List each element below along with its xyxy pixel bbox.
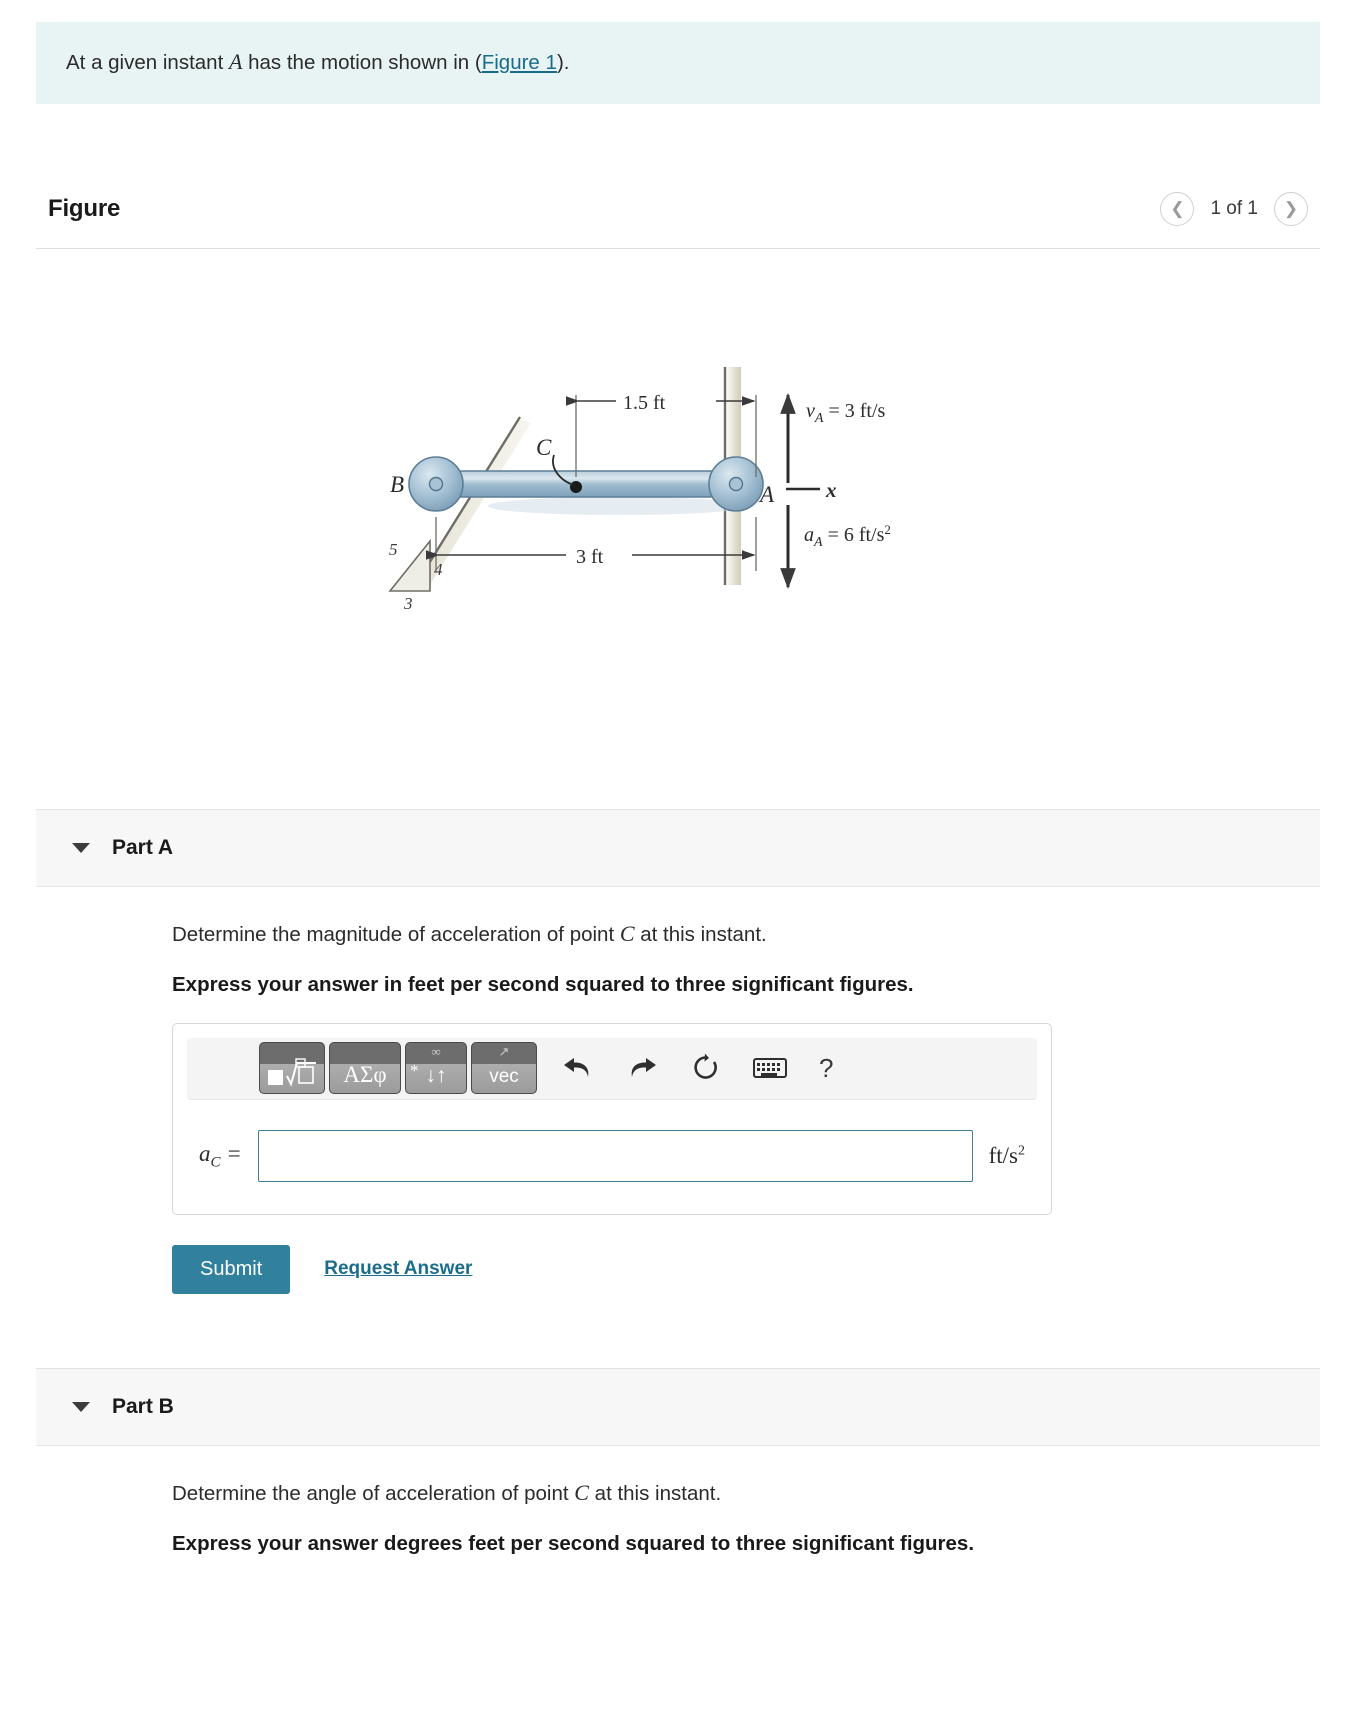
square-root-template-icon[interactable] bbox=[259, 1042, 325, 1095]
part-a-header[interactable]: Part A bbox=[36, 809, 1320, 887]
vector-icon[interactable]: ↗ vec bbox=[471, 1042, 537, 1095]
part-a-question-variable: C bbox=[619, 920, 635, 946]
problem-text-before: At a given instant bbox=[66, 51, 229, 74]
part-b-question: Determine the angle of acceleration of p… bbox=[172, 1480, 1284, 1506]
ops-star-glyph: * bbox=[410, 1061, 419, 1081]
problem-text-mid: has the motion shown in ( bbox=[242, 51, 482, 74]
answer-equals-sign: = bbox=[226, 1140, 242, 1166]
part-a-disclosure-triangle-icon[interactable] bbox=[72, 842, 90, 853]
point-c-marker bbox=[570, 480, 582, 493]
point-label-c: C bbox=[536, 435, 552, 460]
problem-text-after: ). bbox=[556, 51, 570, 74]
part-a-answer-box: ΑΣφ ∞ * ↓↑ ↗ vec ? aC = ft/s2 bbox=[172, 1022, 1052, 1215]
help-question-icon[interactable]: ? bbox=[819, 1053, 833, 1084]
math-operators-icon[interactable]: ∞ * ↓↑ bbox=[405, 1042, 467, 1095]
figure-header: Figure ❮ 1 of 1 ❯ bbox=[36, 104, 1320, 248]
undo-glyph bbox=[564, 1058, 589, 1078]
part-a-instruction: Express your answer in feet per second s… bbox=[172, 972, 914, 996]
rod-ab bbox=[429, 470, 743, 498]
template-glyph bbox=[268, 1058, 316, 1088]
part-b-question-variable: C bbox=[574, 1479, 589, 1505]
velocity-label: vA = 3 ft/s bbox=[806, 400, 886, 426]
chevron-right-icon[interactable]: ❯ bbox=[1274, 191, 1308, 226]
answer-units-label: ft/s2 bbox=[989, 1143, 1025, 1169]
point-label-b: B bbox=[390, 472, 404, 497]
redo-arrow-icon[interactable] bbox=[619, 1045, 665, 1091]
part-b-header[interactable]: Part B bbox=[36, 1368, 1320, 1446]
part-a-action-row: Submit Request Answer bbox=[172, 1244, 1284, 1294]
figure-count-label: 1 of 1 bbox=[1210, 197, 1258, 219]
part-b-label: Part B bbox=[112, 1394, 174, 1418]
figure-1-link[interactable]: Figure 1 bbox=[482, 51, 557, 74]
answer-units-exponent: 2 bbox=[1018, 1143, 1025, 1159]
answer-units-text: ft/s bbox=[988, 1142, 1018, 1168]
vec-top-glyph: ↗ bbox=[498, 1044, 510, 1060]
undo-arrow-icon[interactable] bbox=[555, 1045, 601, 1091]
part-a-bottom-spacer bbox=[72, 1294, 1284, 1358]
keyboard-icon[interactable] bbox=[747, 1045, 793, 1091]
part-b-body: Determine the angle of acceleration of p… bbox=[36, 1446, 1320, 1592]
roller-a bbox=[708, 456, 764, 512]
slope-label-5: 5 bbox=[389, 540, 398, 559]
submit-button[interactable]: Submit bbox=[172, 1244, 291, 1294]
dimension-3-ft: 3 ft bbox=[426, 516, 757, 571]
answer-input-ac[interactable] bbox=[257, 1129, 973, 1182]
acceleration-label: aA = 6 ft/s2 bbox=[804, 522, 891, 550]
diagram-svg: 5 4 3 B A C 1.5 ft 3 ft vA = 3 ft/s x aA… bbox=[388, 366, 891, 613]
ops-top-glyph: ∞ bbox=[431, 1044, 441, 1060]
figure-canvas: 5 4 3 B A C 1.5 ft 3 ft vA = 3 ft/s x aA… bbox=[36, 249, 1320, 809]
part-a-body: Determine the magnitude of acceleration … bbox=[36, 887, 1320, 1368]
part-a-question: Determine the magnitude of acceleration … bbox=[172, 921, 1284, 947]
roller-b bbox=[408, 456, 464, 512]
reset-glyph bbox=[694, 1053, 717, 1080]
point-label-a: A bbox=[758, 482, 775, 507]
part-b-disclosure-triangle-icon[interactable] bbox=[72, 1401, 90, 1412]
mechanics-diagram: 5 4 3 B A C 1.5 ft 3 ft vA = 3 ft/s x aA… bbox=[368, 359, 988, 619]
figure-navigation: ❮ 1 of 1 ❯ bbox=[1160, 191, 1308, 226]
part-b-question-after: at this instant. bbox=[588, 1481, 722, 1505]
figure-section: Figure ❮ 1 of 1 ❯ 5 4 3 B A C 1.5 ft 3 f… bbox=[36, 104, 1320, 809]
x-axis-indicator: x bbox=[786, 478, 837, 502]
part-a-label: Part A bbox=[112, 835, 174, 859]
problem-statement-banner: At a given instant A has the motion show… bbox=[36, 22, 1320, 104]
slope-label-3: 3 bbox=[403, 594, 413, 613]
dimension-label-1-5-ft: 1.5 ft bbox=[623, 392, 666, 414]
math-toolbar: ΑΣφ ∞ * ↓↑ ↗ vec ? bbox=[187, 1037, 1037, 1100]
x-axis-label: x bbox=[825, 478, 837, 502]
rod-shadow bbox=[488, 496, 748, 515]
request-answer-link[interactable]: Request Answer bbox=[324, 1258, 472, 1280]
greek-symbols-icon[interactable]: ΑΣφ bbox=[329, 1042, 401, 1095]
answer-variable-symbol: a bbox=[199, 1140, 211, 1166]
answer-variable-subscript: C bbox=[210, 1154, 221, 1171]
answer-variable-label: aC = bbox=[199, 1141, 242, 1172]
part-a-answer-row: aC = ft/s2 bbox=[173, 1100, 1051, 1214]
ops-main-glyph: ↓↑ bbox=[425, 1063, 447, 1088]
reset-circular-arrow-icon[interactable] bbox=[683, 1045, 729, 1091]
problem-variable-a: A bbox=[228, 49, 243, 74]
keyboard-glyph bbox=[753, 1058, 787, 1079]
part-b-instruction: Express your answer degrees feet per sec… bbox=[172, 1531, 975, 1555]
part-b-question-before: Determine the angle of acceleration of p… bbox=[172, 1481, 575, 1505]
vec-main-glyph: vec bbox=[489, 1066, 519, 1088]
dimension-label-3-ft: 3 ft bbox=[576, 546, 604, 568]
chevron-left-icon[interactable]: ❮ bbox=[1160, 191, 1195, 226]
part-a-question-after: at this instant. bbox=[634, 922, 767, 946]
figure-title: Figure bbox=[48, 194, 121, 222]
part-a-question-before: Determine the magnitude of acceleration … bbox=[172, 922, 620, 946]
redo-glyph bbox=[631, 1058, 656, 1078]
